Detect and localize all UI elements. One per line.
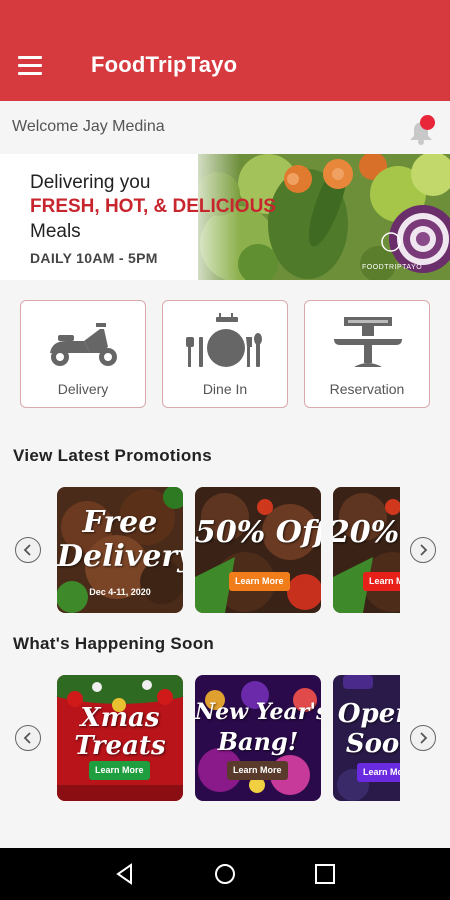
banner-hours: DAILY 10AM - 5PM [30, 250, 158, 266]
event-card-line1: Open [337, 699, 400, 729]
delivery-label: Delivery [57, 381, 109, 397]
chevron-right-icon [420, 732, 428, 744]
app-bar: FoodTripTayo [0, 0, 450, 101]
event-card-line1: New Year's [195, 699, 321, 725]
dine-in-button[interactable]: Dine In [162, 300, 288, 408]
promotions-title: View Latest Promotions [13, 446, 212, 465]
promo-banner[interactable]: Delivering you FRESH, HOT, & DELICIOUS M… [0, 154, 450, 280]
plate-cutlery-icon [186, 313, 262, 367]
promotions-prev-button[interactable] [15, 537, 41, 563]
promo-card-line2: Delivery [57, 539, 183, 574]
chevron-right-icon [420, 544, 428, 556]
delivery-button[interactable]: Delivery [20, 300, 146, 408]
recents-button[interactable] [313, 862, 337, 886]
promotions-next-button[interactable] [410, 537, 436, 563]
promo-card-line1: 20% [333, 515, 400, 550]
recents-square-icon [315, 864, 335, 884]
banner-line3: Meals [30, 221, 81, 242]
event-card-new-years-bang[interactable]: New Year's Bang! Learn More [195, 675, 321, 801]
event-card-xmas-treats[interactable]: Xmas Treats Learn More [57, 675, 183, 801]
banner-line2: FRESH, HOT, & DELICIOUS [30, 196, 276, 217]
learn-more-button[interactable]: Learn More [89, 761, 150, 780]
event-card-line2: Bang! [217, 727, 299, 756]
welcome-text: Welcome Jay Medina [12, 118, 165, 135]
promo-card-20-off[interactable]: 20% Learn More [333, 487, 400, 613]
promo-card-free-delivery[interactable]: Free Delivery Dec 4-11, 2020 [57, 487, 183, 613]
reservation-button[interactable]: Reservation [304, 300, 430, 408]
back-button[interactable] [113, 862, 137, 886]
banner-brand: FOODTRIPTAYO [362, 264, 423, 271]
banner-line1: Delivering you [30, 172, 151, 193]
happening-prev-button[interactable] [15, 725, 41, 751]
promo-card-date: Dec 4-11, 2020 [89, 587, 151, 597]
learn-more-button[interactable]: Learn More [357, 763, 400, 782]
back-triangle-icon [116, 863, 132, 885]
event-card-line1: Xmas [80, 703, 160, 733]
learn-more-button[interactable]: Learn More [363, 572, 400, 591]
reserved-table-icon [334, 317, 402, 367]
food-photo [195, 487, 321, 613]
chevron-left-icon [23, 544, 31, 556]
hamburger-menu-icon[interactable] [18, 48, 52, 82]
scooter-icon [50, 323, 117, 366]
reservation-label: Reservation [329, 381, 405, 397]
promo-card-line1: 50% Off [195, 515, 321, 550]
happening-carousel[interactable]: Xmas Treats Learn More New Year's Bang! … [57, 675, 400, 802]
promo-card-line1: Free [82, 505, 158, 540]
happening-title: What's Happening Soon [13, 634, 215, 653]
event-card-line2: Treats [74, 731, 166, 761]
promo-card-50-off[interactable]: 50% Off Learn More [195, 487, 321, 613]
dine-in-label: Dine In [202, 381, 248, 397]
app-title: FoodTripTayo [91, 52, 238, 77]
chevron-left-icon [23, 732, 31, 744]
happening-next-button[interactable] [410, 725, 436, 751]
system-nav-bar [0, 848, 450, 900]
home-button[interactable] [213, 862, 237, 886]
notification-badge [420, 115, 435, 130]
promotions-carousel[interactable]: Free Delivery Dec 4-11, 2020 50% Off Lea… [57, 487, 400, 614]
learn-more-button[interactable]: Learn More [229, 572, 290, 591]
food-photo [333, 487, 400, 613]
notification-button[interactable] [404, 114, 438, 148]
home-circle-icon [215, 864, 235, 884]
event-card-line2: Soon [345, 729, 400, 759]
event-card-opening-soon[interactable]: Open Soon Learn More [333, 675, 400, 801]
learn-more-button[interactable]: Learn More [227, 761, 288, 780]
